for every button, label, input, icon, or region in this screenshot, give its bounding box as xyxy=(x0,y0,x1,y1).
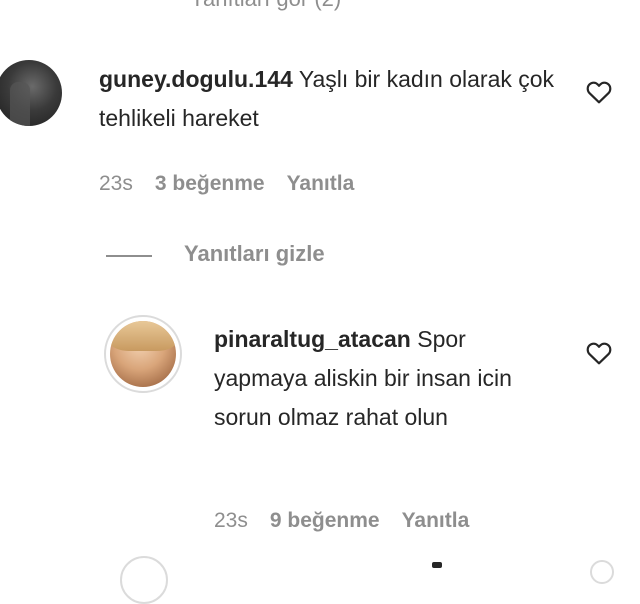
reply-button[interactable]: Yanıtla xyxy=(287,172,355,195)
avatar[interactable] xyxy=(0,60,62,126)
heart-icon[interactable] xyxy=(586,341,612,365)
reply-likes[interactable]: 9 beğenme xyxy=(270,509,380,532)
next-avatar[interactable] xyxy=(120,556,168,604)
reply-button[interactable]: Yanıtla xyxy=(402,509,470,532)
comment-likes[interactable]: 3 beğenme xyxy=(155,172,265,195)
next-username-fragment xyxy=(432,562,442,568)
reply-meta: 23s 9 beğenme Yanıtla xyxy=(214,509,491,533)
view-replies-link[interactable]: Yanıtları gör (2) xyxy=(190,0,341,12)
heart-icon[interactable] xyxy=(590,560,614,584)
avatar[interactable] xyxy=(110,321,176,387)
reply-time[interactable]: 23s xyxy=(214,509,248,532)
comment-time[interactable]: 23s xyxy=(99,172,133,195)
reply-username[interactable]: pinaraltug_atacan xyxy=(214,326,411,352)
replies-divider-line xyxy=(106,255,152,257)
comment-body: guney.dogulu.144 Yaşlı bir kadın olarak … xyxy=(99,60,559,138)
reply-body: pinaraltug_atacan Spor yapmaya aliskin b… xyxy=(214,320,554,437)
comment-username[interactable]: guney.dogulu.144 xyxy=(99,66,293,92)
heart-icon[interactable] xyxy=(586,80,612,104)
comment-meta: 23s 3 beğenme Yanıtla xyxy=(99,172,376,196)
hide-replies-button[interactable]: Yanıtları gizle xyxy=(184,241,325,267)
